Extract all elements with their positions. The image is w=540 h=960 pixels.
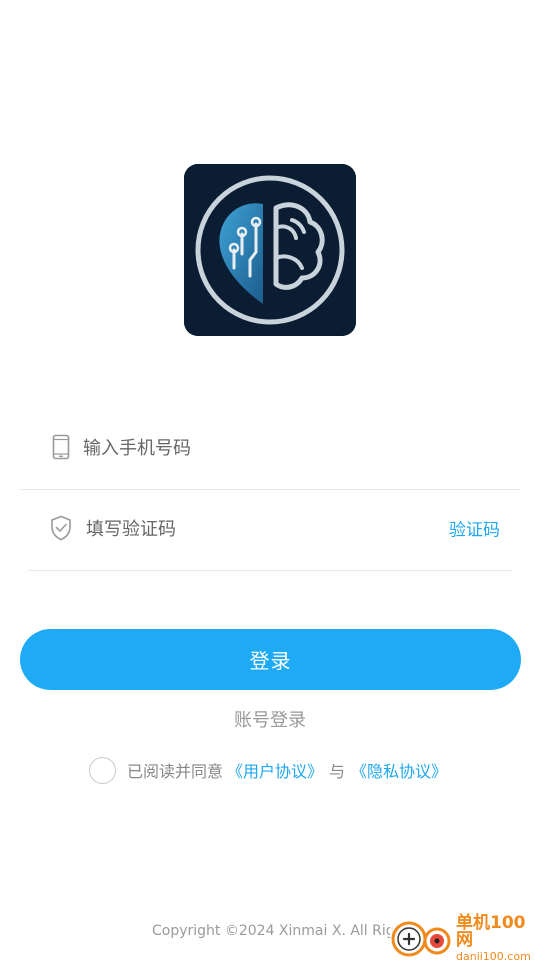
copyright-text: Copyright ©2024 Xinmai X. All Rights: [152, 923, 417, 939]
privacy-policy-link[interactable]: 《隐私协议》: [351, 758, 447, 782]
watermark: 单机100网 danji100.com: [390, 912, 540, 960]
user-agreement-link[interactable]: 《用户协议》: [227, 758, 323, 782]
get-code-button[interactable]: 验证码: [449, 516, 500, 541]
watermark-url: danji100.com: [456, 949, 531, 960]
phone-input[interactable]: 输入手机号码: [83, 434, 191, 460]
agreement-row: 已阅读并同意 《用户协议》 与 《隐私协议》: [89, 756, 447, 784]
account-login-link[interactable]: 账号登录: [0, 706, 540, 732]
agreement-prefix: 已阅读并同意: [127, 762, 224, 781]
brain-circuit-logo-icon: [184, 164, 356, 336]
watermark-name: 单机100网: [456, 912, 526, 950]
login-button[interactable]: 登录: [20, 629, 521, 690]
divider: [28, 570, 512, 571]
phone-icon: [50, 434, 72, 460]
verification-code-field[interactable]: 填写验证码 验证码: [50, 506, 500, 550]
shield-check-icon: [50, 515, 72, 541]
divider: [20, 489, 520, 490]
verification-code-input[interactable]: 填写验证码: [86, 515, 176, 541]
app-logo: [184, 164, 356, 336]
agreement-conjunction: 与: [329, 762, 346, 781]
watermark-logo-icon: [391, 921, 451, 957]
agreement-checkbox[interactable]: [89, 756, 116, 784]
phone-field[interactable]: 输入手机号码: [50, 425, 490, 469]
